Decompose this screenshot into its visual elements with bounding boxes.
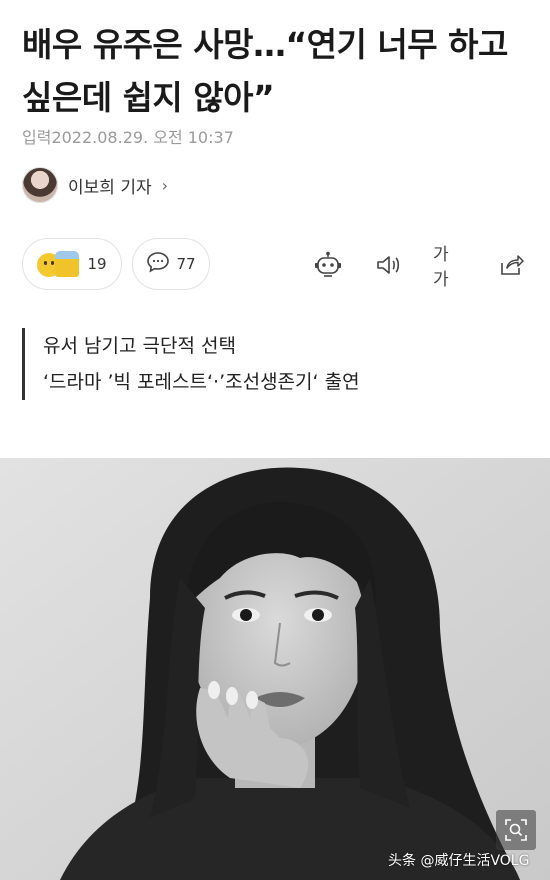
comment-bubble-icon <box>146 251 170 277</box>
author-link[interactable]: 이보희 기자 › <box>22 165 168 205</box>
portrait-photo <box>0 458 550 880</box>
share-icon[interactable] <box>496 250 526 280</box>
reaction-emoji-icon <box>37 251 81 277</box>
comments-count: 77 <box>176 255 196 273</box>
speaker-icon[interactable] <box>374 250 404 280</box>
publish-dateline: 입력2022.08.29. 오전 10:37 <box>22 128 234 147</box>
watermark: 头条 @威仔生活VOLG <box>388 853 530 869</box>
summary-line: ‘드라마 ’빅 포레스트‘·’조선생존기‘ 출연 <box>43 371 360 393</box>
article-summary: 유서 남기고 극단적 선택 ‘드라마 ’빅 포레스트‘·’조선생존기‘ 출연 <box>22 328 532 400</box>
zoom-scan-icon[interactable] <box>496 810 536 850</box>
font-size-button[interactable]: 가가 <box>433 245 463 290</box>
article-headline: 배우 유주은 사망…“연기 너무 하고 싶은데 쉽지 않아” <box>22 25 508 117</box>
chevron-right-icon: › <box>161 175 169 195</box>
article-action-bar: 19 77 가가 <box>22 238 532 292</box>
author-avatar <box>22 167 58 203</box>
article-photo[interactable] <box>0 458 550 880</box>
cheer-emoji-icon <box>55 251 80 277</box>
robot-icon[interactable] <box>313 250 343 280</box>
font-size-label: 가가 <box>433 245 449 290</box>
comments-button[interactable]: 77 <box>132 238 210 290</box>
summary-line: 유서 남기고 극단적 선택 <box>43 335 236 357</box>
reactions-count: 19 <box>87 255 107 273</box>
reactions-button[interactable]: 19 <box>22 238 122 290</box>
author-name: 이보희 기자 <box>68 177 152 198</box>
